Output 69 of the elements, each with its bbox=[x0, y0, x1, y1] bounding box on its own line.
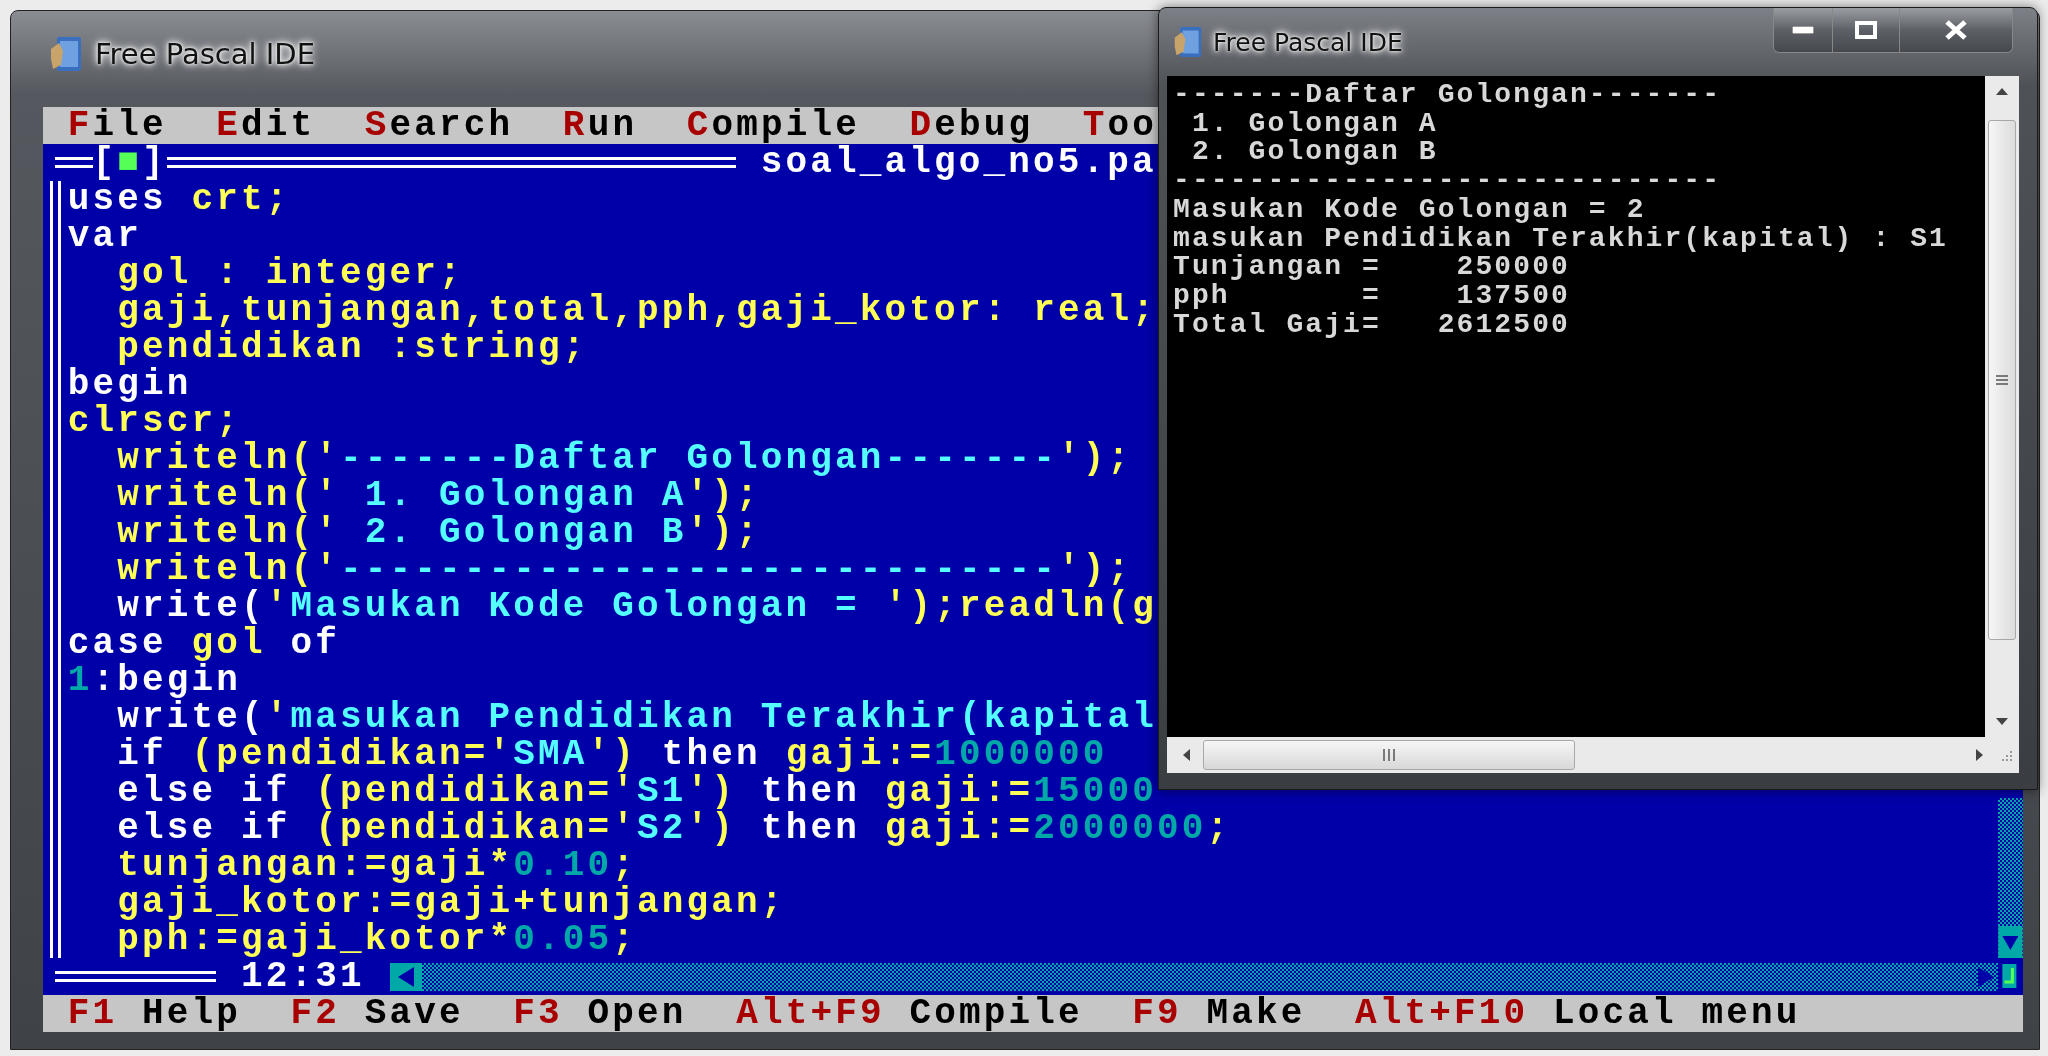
minimize-button[interactable] bbox=[1774, 8, 1833, 52]
scroll-down-arrow-icon[interactable] bbox=[1994, 717, 2010, 727]
scrollbar[interactable] bbox=[389, 962, 1999, 991]
output-line: pph = 137500 bbox=[1173, 281, 1570, 311]
shortcut-hint[interactable]: F1 Help bbox=[67, 995, 242, 1032]
code-line: tunjangan:=gaji*0.10; bbox=[116, 847, 638, 884]
code-line: write('masukan Pendidikan Terakhir(kapital bbox=[117, 699, 1157, 736]
scrollbar[interactable] bbox=[1998, 798, 2023, 958]
menu-item[interactable]: Search bbox=[364, 107, 514, 144]
close-box[interactable]: [■] bbox=[92, 144, 167, 181]
code-line: gol : integer; bbox=[116, 255, 464, 292]
menu-item[interactable]: Edit bbox=[216, 107, 316, 144]
code-line: gaji_kotor:=gaji+tunjangan; bbox=[116, 884, 786, 921]
close-icon bbox=[1944, 19, 1968, 41]
output-line: masukan Pendidikan Terakhir(kapital) : S1 bbox=[1173, 224, 1948, 254]
scroll-up-arrow-icon[interactable] bbox=[1994, 86, 2010, 96]
code-line: var bbox=[67, 218, 142, 255]
output-line: 2. Golongan B bbox=[1190, 138, 1438, 168]
output-line: Masukan Kode Golongan = 2 bbox=[1173, 195, 1646, 225]
code-line: pendidikan :string; bbox=[117, 329, 588, 366]
menu-item[interactable]: Compile bbox=[686, 107, 860, 144]
code-line: writeln('-----------------------------'); bbox=[116, 551, 1133, 588]
code-line: gaji,tunjangan,total,pph,gaji_kotor: real; bbox=[116, 292, 1157, 329]
menu-item[interactable]: Debug bbox=[909, 107, 1034, 144]
grip-icon bbox=[1383, 749, 1395, 761]
output-line: 1. Golongan A bbox=[1190, 109, 1438, 139]
app-icon bbox=[49, 35, 83, 73]
minimize-icon bbox=[1792, 26, 1814, 34]
code-line: writeln(' 1. Golongan A'); bbox=[116, 477, 761, 514]
code-line: clrscr; bbox=[67, 403, 242, 440]
code-line: uses crt; bbox=[67, 181, 291, 218]
file-name: soal_algo_no5.pa bbox=[760, 144, 1158, 181]
maximize-button[interactable] bbox=[1833, 8, 1900, 52]
shortcut-hint[interactable]: F9 Make bbox=[1132, 995, 1306, 1032]
menu-item[interactable]: Too bbox=[1082, 107, 1157, 144]
scrollbar[interactable] bbox=[1167, 737, 2019, 773]
code-line: else if (pendidikan='S1') then gaji:=15000 bbox=[116, 773, 1157, 810]
shortcut-hint[interactable]: Alt+F10 Local menu bbox=[1355, 995, 1801, 1032]
output-line: -------Daftar Golongan------- bbox=[1173, 81, 1722, 110]
code-line: 1:begin bbox=[67, 662, 242, 699]
code-line: begin bbox=[67, 366, 192, 403]
window-title: Free Pascal IDE bbox=[95, 37, 316, 71]
code-line: writeln(' 2. Golongan B'); bbox=[116, 514, 761, 551]
code-line: write('Masukan Kode Golongan = ');readln(g bbox=[116, 588, 1157, 625]
scrollbar[interactable] bbox=[1985, 76, 2019, 737]
code-line: pph:=gaji_kotor*0.05; bbox=[116, 921, 638, 958]
menu-item[interactable]: File bbox=[67, 107, 167, 144]
scroll-left-arrow-icon[interactable] bbox=[1181, 747, 1191, 763]
grip-icon bbox=[1996, 375, 2008, 385]
shortcut-hint[interactable]: F2 Save bbox=[290, 995, 464, 1032]
scroll-right-arrow-icon[interactable] bbox=[1975, 747, 1985, 763]
code-line: writeln('-------Daftar Golongan-------'); bbox=[116, 440, 1133, 477]
menu-item[interactable]: Run bbox=[562, 107, 638, 144]
frame-border bbox=[55, 157, 93, 168]
shortcut-hint[interactable]: F3 Open bbox=[513, 995, 687, 1032]
output-line: ----------------------------- bbox=[1173, 167, 1722, 196]
maximize-icon bbox=[1855, 21, 1877, 39]
output-line: Tunjangan = 250000 bbox=[1173, 253, 1570, 282]
app-icon bbox=[1173, 25, 1203, 59]
scroll-thumb[interactable] bbox=[1203, 740, 1575, 770]
close-button[interactable] bbox=[1900, 8, 2012, 52]
window-title: Free Pascal IDE bbox=[1213, 27, 1403, 57]
output-line: Total Gaji= 2612500 bbox=[1173, 310, 1570, 340]
cursor-time: 12:31 bbox=[241, 958, 365, 995]
scroll-thumb[interactable] bbox=[1988, 120, 2016, 640]
code-line: case gol of bbox=[67, 625, 341, 662]
code-line: if (pendidikan='SMA') then gaji:=1000000 bbox=[116, 736, 1108, 773]
code-line: else if (pendidikan='S2') then gaji:=2000000; bbox=[116, 810, 1232, 847]
shortcut-hint[interactable]: Alt+F9 Compile bbox=[736, 995, 1083, 1032]
